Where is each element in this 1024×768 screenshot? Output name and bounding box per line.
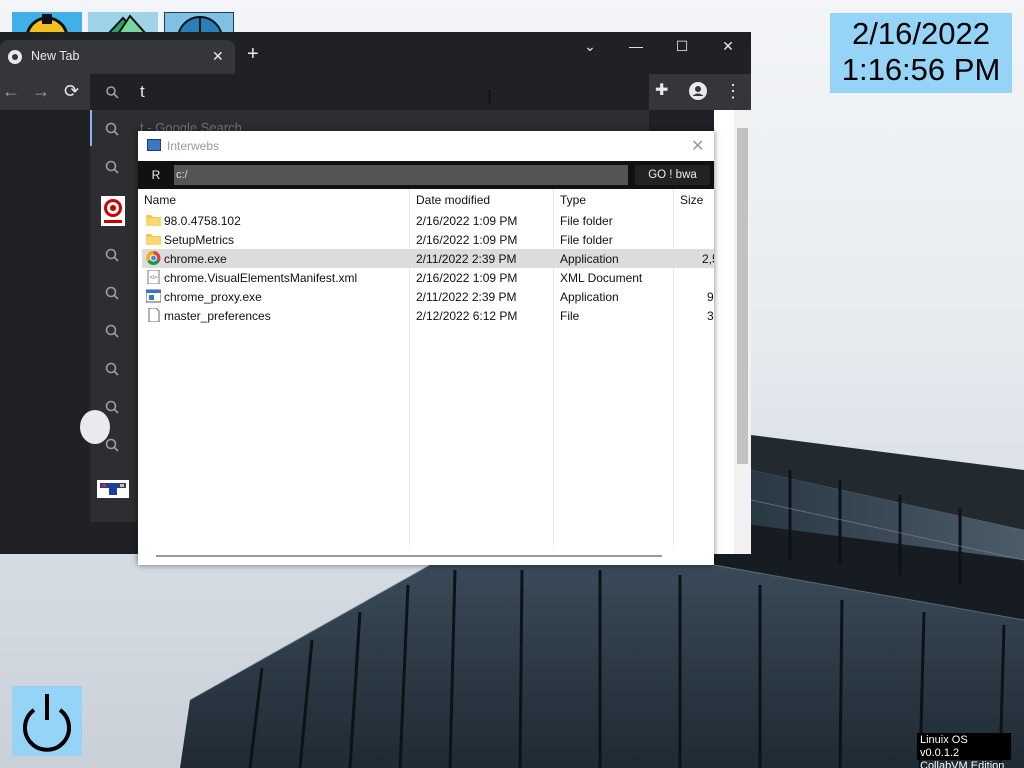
- os-version-label: Linuix OS v0.0.1.2 CollabVM Edition: [917, 733, 1011, 768]
- xml-file-icon: </>: [147, 270, 160, 284]
- explorer-title: Interwebs: [167, 139, 220, 153]
- suggestion-search-icon[interactable]: [104, 159, 122, 177]
- suggestion-search-icon[interactable]: [104, 121, 122, 139]
- tab-close-icon[interactable]: ✕: [212, 48, 224, 65]
- chrome-favicon-icon: [8, 50, 22, 64]
- file-name: chrome.exe: [164, 252, 227, 266]
- column-header-date[interactable]: Date modified: [416, 193, 490, 207]
- address-bar-text: t: [140, 82, 145, 101]
- maximize-icon[interactable]: ☐: [672, 38, 692, 55]
- suggestion-search-icon[interactable]: [104, 361, 122, 379]
- power-icon: [23, 694, 71, 752]
- chrome-icon: [146, 251, 161, 265]
- search-icon: [106, 86, 119, 99]
- file-name: chrome_proxy.exe: [164, 290, 262, 304]
- profile-avatar-icon[interactable]: [689, 82, 707, 103]
- suggestion-highlight: [90, 110, 92, 146]
- explorer-toolbar: R GO ! bwa: [138, 161, 714, 189]
- file-type: Application: [560, 290, 619, 304]
- file-row[interactable]: master_preferences 2/12/2022 6:12 PM Fil…: [142, 306, 714, 325]
- suggestion-search-icon[interactable]: [104, 437, 122, 455]
- file-date: 2/11/2022 2:39 PM: [416, 252, 517, 266]
- tab-search-chevron-icon[interactable]: ⌄: [580, 38, 600, 55]
- minimize-icon[interactable]: —: [626, 38, 646, 54]
- file-date: 2/16/2022 1:09 PM: [416, 214, 518, 228]
- sort-up-icon: ^: [269, 189, 274, 194]
- file-name: 98.0.4758.102: [164, 214, 241, 228]
- folder-icon: [146, 215, 161, 226]
- extensions-puzzle-icon[interactable]: ✚: [655, 82, 668, 100]
- file-name: SetupMetrics: [164, 233, 235, 247]
- power-button[interactable]: [12, 686, 82, 756]
- file-type: File folder: [560, 214, 613, 228]
- tetris-logo-icon[interactable]: [97, 480, 129, 498]
- column-header-size[interactable]: Size: [680, 193, 703, 207]
- file-type: File folder: [560, 233, 613, 247]
- explorer-app-icon: [147, 139, 161, 151]
- file-row[interactable]: </> chrome.VisualElementsManifest.xml 2/…: [142, 268, 714, 287]
- refresh-button[interactable]: R: [146, 166, 166, 184]
- file-date: 2/12/2022 6:12 PM: [416, 309, 518, 323]
- file-list: ^ Name Date modified Type Size 98.0.4758…: [138, 189, 714, 547]
- reload-icon[interactable]: ⟳: [64, 82, 79, 100]
- file-size: 9: [707, 290, 714, 304]
- path-input[interactable]: [174, 165, 628, 185]
- file-row[interactable]: SetupMetrics 2/16/2022 1:09 PM File fold…: [142, 230, 714, 249]
- file-size: 2,5: [702, 252, 714, 266]
- desktop-plant-icon[interactable]: [88, 12, 158, 34]
- window-close-icon[interactable]: ✕: [718, 38, 738, 55]
- os-version-line2: CollabVM Edition: [920, 760, 1005, 768]
- file-row[interactable]: 98.0.4758.102 2/16/2022 1:09 PM File fol…: [142, 211, 714, 230]
- file-row[interactable]: chrome_proxy.exe 2/11/2022 2:39 PM Appli…: [142, 287, 714, 306]
- new-tab-button[interactable]: +: [247, 44, 259, 64]
- svg-text:</>: </>: [150, 275, 157, 281]
- clock-date: 2/16/2022: [852, 16, 990, 51]
- file-type: Application: [560, 252, 619, 266]
- scrollbar-thumb[interactable]: [737, 128, 748, 464]
- file-type: File: [560, 309, 580, 323]
- menu-kebab-icon[interactable]: ⋮: [724, 82, 742, 100]
- horizontal-scrollbar[interactable]: [156, 555, 662, 557]
- file-date: 2/11/2022 2:39 PM: [416, 290, 517, 304]
- explorer-close-icon[interactable]: ✕: [691, 136, 704, 156]
- go-button[interactable]: GO ! bwa: [635, 165, 710, 185]
- clock-widget: 2/16/2022 1:16:56 PM: [830, 13, 1012, 93]
- exe-file-icon: [146, 289, 161, 303]
- folder-icon: [146, 234, 161, 245]
- file-name: master_preferences: [164, 309, 271, 323]
- clock-time: 1:16:56 PM: [841, 52, 1001, 87]
- file-date: 2/16/2022 1:09 PM: [416, 233, 518, 247]
- suggestion-search-icon[interactable]: [104, 399, 122, 417]
- shortcut-tile[interactable]: [80, 410, 110, 444]
- page-white-area: [714, 110, 734, 554]
- forward-arrow-icon[interactable]: →: [32, 82, 50, 100]
- column-header-type[interactable]: Type: [560, 193, 586, 207]
- file-name: chrome.VisualElementsManifest.xml: [164, 271, 358, 285]
- file-row-selected[interactable]: chrome.exe 2/11/2022 2:39 PM Application…: [142, 249, 714, 268]
- tab-title: New Tab: [31, 49, 80, 63]
- desktop-umbrella-icon[interactable]: [164, 12, 234, 34]
- browser-tab[interactable]: New Tab ✕: [0, 40, 235, 74]
- back-arrow-icon[interactable]: ←: [2, 82, 20, 100]
- target-logo-icon[interactable]: [101, 196, 125, 226]
- file-date: 2/16/2022 1:09 PM: [416, 271, 518, 285]
- explorer-titlebar: Interwebs ✕: [138, 131, 714, 161]
- file-size: 3: [707, 309, 714, 323]
- browser-scrollbar[interactable]: [734, 110, 751, 554]
- os-version-line1: Linuix OS v0.0.1.2: [920, 734, 968, 759]
- column-header-name[interactable]: Name: [144, 193, 176, 207]
- suggestion-search-icon[interactable]: [104, 323, 122, 341]
- file-icon: [148, 308, 160, 322]
- suggestion-search-icon[interactable]: [104, 285, 122, 303]
- text-cursor-icon: I: [487, 87, 493, 107]
- address-bar[interactable]: t: [90, 74, 649, 110]
- file-explorer-window: Interwebs ✕ R GO ! bwa ^ Name Date modif…: [138, 131, 714, 565]
- file-type: XML Document: [560, 271, 643, 285]
- suggestion-search-icon[interactable]: [104, 247, 122, 265]
- desktop-app-icon[interactable]: [12, 12, 82, 34]
